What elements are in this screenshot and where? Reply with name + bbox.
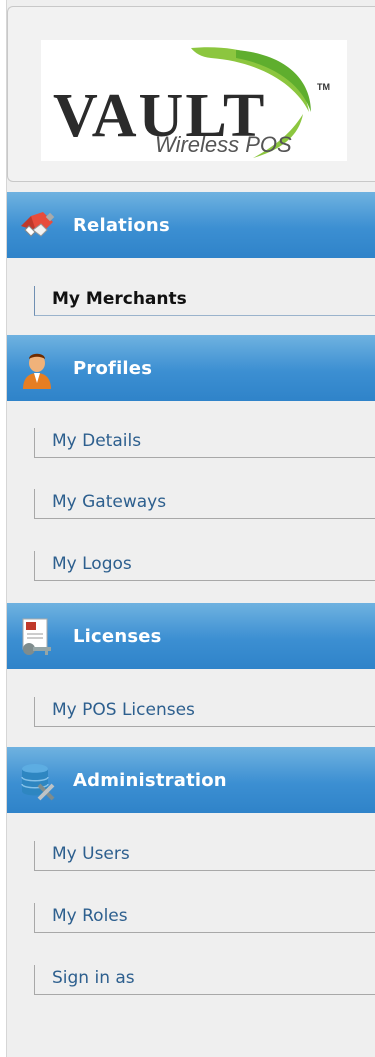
vault-logo-image: VAULT Wireless POS TM [53, 47, 330, 158]
svg-text:Wireless POS: Wireless POS [155, 132, 292, 157]
nav-item-my-pos-licenses[interactable]: My POS Licenses [34, 697, 375, 727]
section-title: Relations [73, 214, 170, 236]
nav-item-my-gateways[interactable]: My Gateways [34, 489, 375, 519]
section-title: Administration [73, 769, 227, 791]
sidebar: VAULT Wireless POS TM Relations My Merch… [6, 0, 375, 1057]
nav-item-my-logos[interactable]: My Logos [34, 551, 375, 581]
nav-item-my-roles[interactable]: My Roles [34, 903, 375, 933]
logo-container: VAULT Wireless POS TM [7, 6, 375, 182]
handshake-icon [17, 206, 57, 246]
nav-item-sign-in-as[interactable]: Sign in as [34, 965, 375, 995]
svg-text:TM: TM [317, 82, 330, 92]
section-title: Licenses [73, 625, 162, 647]
section-header-administration[interactable]: Administration [7, 747, 375, 813]
nav-item-my-details[interactable]: My Details [34, 428, 375, 458]
vault-logo[interactable]: VAULT Wireless POS TM [41, 40, 347, 161]
nav-item-my-merchants[interactable]: My Merchants [34, 286, 375, 316]
license-key-icon [17, 617, 57, 657]
user-icon [17, 349, 57, 389]
section-header-profiles[interactable]: Profiles [7, 335, 375, 401]
section-header-licenses[interactable]: Licenses [7, 603, 375, 669]
section-title: Profiles [73, 357, 153, 379]
section-header-relations[interactable]: Relations [7, 192, 375, 258]
database-admin-icon [17, 761, 57, 801]
nav-item-my-users[interactable]: My Users [34, 841, 375, 871]
